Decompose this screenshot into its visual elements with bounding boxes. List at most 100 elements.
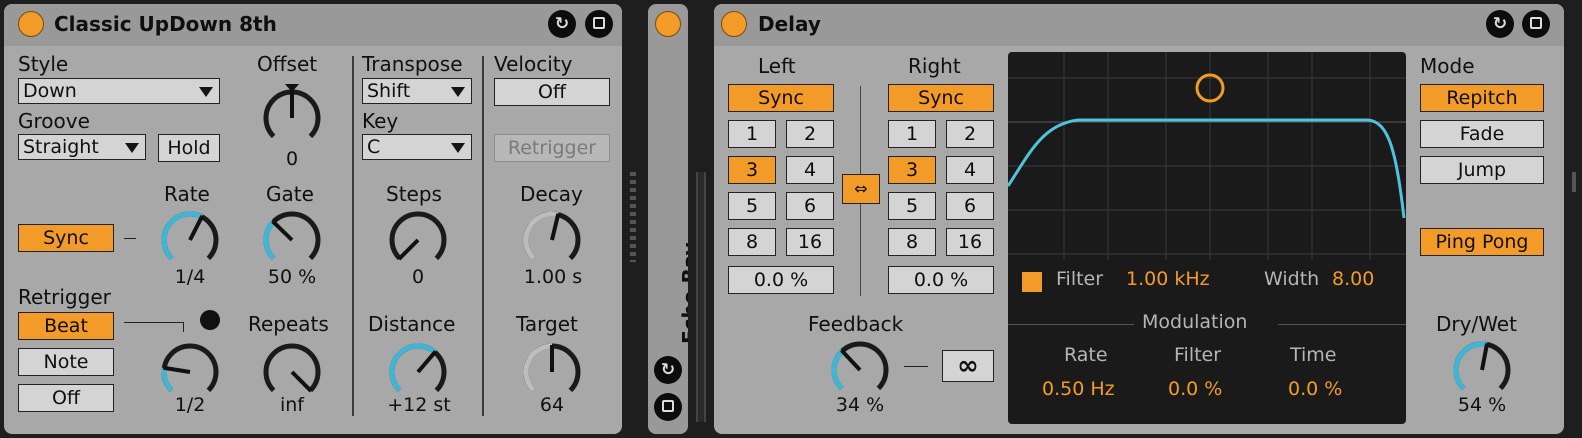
velocity-button[interactable]: Off	[494, 78, 610, 106]
transpose-dropdown[interactable]: Shift	[362, 78, 472, 104]
rack-title: Echo Bay	[678, 242, 688, 344]
feedback-value: 34 %	[835, 394, 885, 416]
decay-knob[interactable]	[518, 204, 586, 272]
key-label: Key	[362, 109, 399, 133]
filter-display[interactable]: Filter 1.00 kHz Width 8.00 Modulation Ra…	[1008, 52, 1406, 424]
left-division-2[interactable]: 2	[786, 120, 834, 148]
modulation-label: Modulation	[1142, 311, 1248, 333]
style-dropdown[interactable]: Down	[18, 78, 220, 104]
retrigger-label: Retrigger	[18, 285, 111, 309]
left-sync-button[interactable]: Sync	[728, 84, 834, 112]
ping-pong-button[interactable]: Ping Pong	[1420, 228, 1544, 256]
left-division-8[interactable]: 8	[728, 228, 776, 256]
key-dropdown[interactable]: C	[362, 134, 472, 160]
left-division-6[interactable]: 6	[786, 192, 834, 220]
save-icon[interactable]	[1522, 10, 1550, 38]
right-division-6[interactable]: 6	[946, 192, 994, 220]
mod-time-label: Time	[1290, 344, 1337, 366]
rate-knob[interactable]	[156, 204, 224, 272]
section-divider	[352, 56, 354, 416]
width-value[interactable]: 8.00	[1332, 268, 1374, 290]
mod-rate-value[interactable]: 0.50 Hz	[1042, 378, 1115, 400]
feedback-label: Feedback	[808, 312, 904, 336]
rack-power-button[interactable]	[655, 11, 681, 37]
feedback-knob[interactable]	[826, 334, 894, 402]
gate-value: 50 %	[267, 266, 317, 288]
freeze-button[interactable]: ∞	[942, 350, 994, 382]
steps-label: Steps	[386, 182, 442, 206]
filter-curve-graph[interactable]	[1008, 52, 1406, 260]
save-icon[interactable]	[585, 10, 613, 38]
arp-power-button[interactable]	[18, 11, 44, 37]
chevron-down-icon	[199, 87, 213, 97]
right-division-2[interactable]: 2	[946, 120, 994, 148]
retrigger-beat-button[interactable]: Beat	[18, 312, 114, 340]
mode-repitch-button[interactable]: Repitch	[1420, 84, 1544, 112]
mode-fade-button[interactable]: Fade	[1420, 120, 1544, 148]
rate-value: 1/4	[174, 266, 206, 288]
retrigger-connector	[124, 322, 184, 323]
drywet-knob[interactable]	[1448, 334, 1516, 402]
retrigger-off-button[interactable]: Off	[18, 384, 114, 412]
device-drag-handle[interactable]	[630, 172, 636, 262]
steps-knob[interactable]	[384, 204, 452, 272]
right-division-5[interactable]: 5	[888, 192, 936, 220]
delay-power-button[interactable]	[721, 11, 747, 37]
arp-title-bar[interactable]: Classic UpDown 8th ↻	[4, 4, 622, 46]
retrigger-rate-value: 1/2	[174, 394, 206, 416]
right-offset-field[interactable]: 0.0 %	[888, 266, 994, 294]
mode-jump-button[interactable]: Jump	[1420, 156, 1544, 184]
left-offset-field[interactable]: 0.0 %	[728, 266, 834, 294]
left-division-1[interactable]: 1	[728, 120, 776, 148]
right-division-3[interactable]: 3	[888, 156, 936, 184]
drywet-label: Dry/Wet	[1436, 312, 1517, 336]
gate-knob[interactable]	[258, 204, 326, 272]
filter-curve	[1008, 118, 1406, 219]
retrigger-connector-v	[183, 322, 184, 332]
modulation-divider-left	[1008, 324, 1134, 325]
filter-frequency-value[interactable]: 1.00 kHz	[1126, 268, 1210, 290]
mod-time-value[interactable]: 0.0 %	[1288, 378, 1342, 400]
rate-sync-button[interactable]: Sync	[18, 224, 114, 252]
hold-button[interactable]: Hold	[158, 134, 220, 162]
arpeggiator-device: Classic UpDown 8th ↻ Style Down Groove S…	[4, 4, 622, 434]
chain-edge	[1572, 172, 1576, 192]
drywet-value: 54 %	[1457, 394, 1507, 416]
section-divider	[482, 56, 484, 416]
link-button[interactable]: ⇔	[842, 174, 880, 204]
filter-label: Filter	[1056, 268, 1104, 290]
groove-dropdown[interactable]: Straight	[18, 134, 146, 160]
repeats-value: inf	[279, 394, 304, 416]
hotswap-icon[interactable]: ↻	[548, 10, 576, 38]
left-division-4[interactable]: 4	[786, 156, 834, 184]
save-icon[interactable]	[654, 393, 682, 421]
retrigger-note-button[interactable]: Note	[18, 348, 114, 376]
right-division-4[interactable]: 4	[946, 156, 994, 184]
style-label: Style	[18, 52, 69, 76]
left-division-3[interactable]: 3	[728, 156, 776, 184]
delay-title-bar[interactable]: Delay ↻	[714, 4, 1564, 46]
delay-title: Delay	[758, 12, 821, 36]
filter-toggle[interactable]	[1022, 272, 1042, 292]
target-value: 64	[539, 394, 565, 416]
distance-value: +12 st	[387, 394, 451, 416]
mod-filter-label: Filter	[1174, 344, 1222, 366]
right-division-1[interactable]: 1	[888, 120, 936, 148]
groove-value: Straight	[23, 136, 99, 158]
right-division-16[interactable]: 16	[946, 228, 994, 256]
retrigger-led	[200, 310, 220, 330]
hotswap-icon[interactable]: ↻	[654, 356, 682, 384]
transpose-value: Shift	[367, 80, 411, 102]
transpose-label: Transpose	[362, 52, 463, 76]
left-division-16[interactable]: 16	[786, 228, 834, 256]
right-sync-button[interactable]: Sync	[888, 84, 994, 112]
right-division-8[interactable]: 8	[888, 228, 936, 256]
delay-device: Delay ↻ Left Sync 0.0 % ⇔ Right Sync 0.0…	[714, 4, 1564, 434]
mod-filter-value[interactable]: 0.0 %	[1168, 378, 1222, 400]
left-division-5[interactable]: 5	[728, 192, 776, 220]
modulation-divider-right	[1278, 324, 1406, 325]
velocity-retrigger-button[interactable]: Retrigger	[494, 134, 610, 162]
offset-knob[interactable]	[258, 82, 326, 150]
hotswap-icon[interactable]: ↻	[1486, 10, 1514, 38]
distance-label: Distance	[368, 312, 456, 336]
